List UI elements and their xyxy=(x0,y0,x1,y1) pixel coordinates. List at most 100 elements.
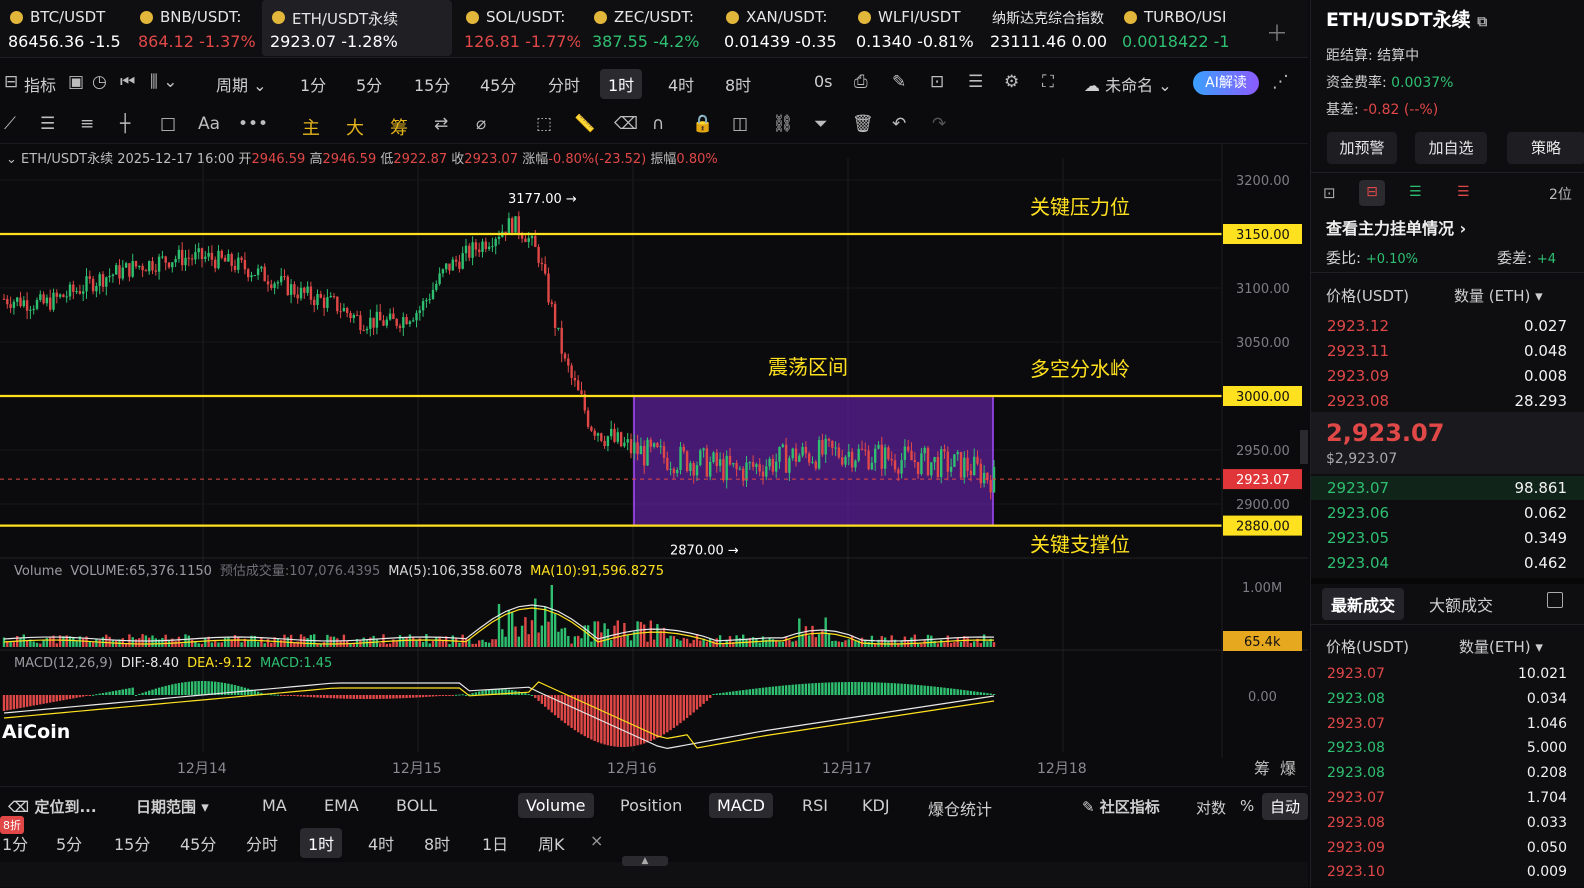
blast-toggle[interactable]: 爆 xyxy=(1280,759,1296,778)
book-row[interactable]: 2923.12 0.027 xyxy=(1327,317,1567,341)
magnet-icon[interactable]: ∩ xyxy=(652,114,664,134)
interval-2[interactable]: 15分 xyxy=(414,72,450,96)
candle-type-icon[interactable]: ⫼ ⌄ xyxy=(150,72,177,92)
interval-6[interactable]: 4时 xyxy=(668,72,694,96)
filter-checkbox[interactable] xyxy=(1547,592,1563,608)
lock-icon[interactable]: 🔒 xyxy=(692,114,713,134)
book-row[interactable]: 2923.04 0.462 xyxy=(1327,554,1567,578)
auto-toggle[interactable]: 自动 xyxy=(1262,793,1309,820)
date-range-button[interactable]: 日期范围 ▾ xyxy=(136,796,209,817)
book-row[interactable]: 2923.08 5.000 xyxy=(1327,740,1567,764)
indicator-tab-7[interactable]: KDJ xyxy=(862,796,890,815)
rect-tool-icon[interactable]: □ xyxy=(160,114,176,134)
indicator-tab-1[interactable]: EMA xyxy=(324,796,359,815)
bottom-interval-4[interactable]: 分时 xyxy=(246,831,278,855)
filter-icon[interactable]: ⏷ xyxy=(814,114,828,134)
trades-col-qty[interactable]: 数量(ETH) ▾ xyxy=(1459,636,1543,657)
book-row[interactable]: 2923.06 0.062 xyxy=(1327,504,1567,528)
book-row[interactable]: 2923.07 1.704 xyxy=(1327,790,1567,814)
community-button[interactable]: ✎ 社区指标 xyxy=(1082,796,1160,817)
bottom-interval-2[interactable]: 15分 xyxy=(114,831,150,855)
bottom-interval-1[interactable]: 5分 xyxy=(56,831,82,855)
bottom-interval-7[interactable]: 8时 xyxy=(424,831,450,855)
indicator-tab-3[interactable]: Volume xyxy=(518,793,594,818)
switch-icon[interactable]: ⇄ xyxy=(434,114,448,134)
book-row[interactable]: 2923.10 0.009 xyxy=(1327,864,1567,888)
strategy-button[interactable]: 策略 xyxy=(1507,132,1584,164)
main-tool[interactable]: 主 xyxy=(302,114,320,140)
panel-collapse-handle[interactable] xyxy=(1300,430,1308,464)
book-row[interactable]: 2923.08 0.033 xyxy=(1327,815,1567,839)
ticker-tab[interactable]: BTC/USDT 86456.36 -1.5 xyxy=(0,0,126,56)
fullscreen-icon[interactable]: ⛶ xyxy=(1042,72,1054,92)
book-row[interactable]: 2923.08 0.208 xyxy=(1327,765,1567,789)
book-row[interactable]: 2923.08 0.034 xyxy=(1327,691,1567,715)
log-toggle[interactable]: 对数 xyxy=(1196,797,1226,818)
indicator-button[interactable]: 指标 xyxy=(24,72,56,96)
main-orders-link[interactable]: 查看主力挂单情况 › xyxy=(1326,215,1466,239)
alert-button[interactable]: 加预警 xyxy=(1327,132,1397,164)
book-row[interactable]: 2923.09 0.008 xyxy=(1327,367,1567,391)
comment-icon[interactable]: ⊡ xyxy=(930,72,944,92)
ai-explain-button[interactable]: AI解读 xyxy=(1193,71,1259,95)
indicator-tab-0[interactable]: MA xyxy=(262,796,287,815)
hide-icon[interactable]: ◫ xyxy=(732,114,748,134)
book-row[interactable]: 2923.07 1.046 xyxy=(1327,716,1567,740)
popout-icon[interactable]: ⧉ xyxy=(1477,14,1487,30)
text-tool-icon[interactable]: Aa xyxy=(198,114,220,134)
orderbook-bids-icon[interactable]: ☰ xyxy=(1409,184,1422,200)
redo-icon[interactable]: ↷ xyxy=(932,114,946,134)
interval-1[interactable]: 5分 xyxy=(356,72,382,96)
indicator-tab-4[interactable]: Position xyxy=(620,796,682,815)
undo-icon[interactable]: ↶ xyxy=(892,114,906,134)
indicator-tab-5[interactable]: MACD xyxy=(709,793,773,818)
book-row[interactable]: 2923.07 98.861 xyxy=(1327,479,1567,503)
book-row[interactable]: 2923.09 0.050 xyxy=(1327,840,1567,864)
bottom-interval-9[interactable]: 周K xyxy=(538,831,565,855)
orderbook-both-icon[interactable]: ⊟ xyxy=(1359,180,1385,206)
eraser-icon[interactable]: ⌫ xyxy=(614,114,638,134)
ticker-tab[interactable]: ZEC/USDT: 387.55 -4.2% xyxy=(584,0,712,56)
ticker-tab[interactable]: 纳斯达克综合指数 23111.46 0.00 xyxy=(982,0,1112,56)
parallel-tool-icon[interactable]: ☰ xyxy=(40,114,55,134)
line-tool-icon[interactable]: ⟋ xyxy=(4,114,16,134)
interval-3[interactable]: 45分 xyxy=(480,72,516,96)
select-icon[interactable]: ⬚ xyxy=(536,114,552,134)
ticker-tab[interactable]: ETH/USDT永续 2923.07 -1.28% xyxy=(262,0,452,56)
indicator-tab-8[interactable]: 爆仓统计 xyxy=(928,796,992,820)
link-icon[interactable]: ⛓ xyxy=(772,114,794,134)
ticker-tab[interactable]: BNB/USDT: 864.12 -1.37% xyxy=(130,0,256,56)
more-tool-icon[interactable]: ••• xyxy=(238,114,268,134)
clear-draw-icon[interactable]: ⌀ xyxy=(476,114,486,134)
ticker-tab[interactable]: WLFI/USDT 0.1340 -0.81% xyxy=(848,0,978,56)
indicator-tab-6[interactable]: RSI xyxy=(802,796,828,815)
big-tool[interactable]: 大 xyxy=(346,114,364,140)
ruler-icon[interactable]: 📏 xyxy=(574,114,595,134)
ticker-tab[interactable]: SOL/USDT: 126.81 -1.77% xyxy=(456,0,580,56)
interval-5[interactable]: 1时 xyxy=(600,69,643,99)
bottom-interval-5[interactable]: 1时 xyxy=(300,828,343,858)
trash-icon[interactable]: 🗑 xyxy=(852,114,874,134)
share-icon[interactable]: ⋰ xyxy=(1272,72,1289,92)
pen-icon[interactable]: ✎ xyxy=(892,72,906,92)
locate-button[interactable]: ⌫ 定位到... xyxy=(8,796,97,817)
settings-icon[interactable]: ⚙ xyxy=(1004,72,1019,92)
bottom-interval-3[interactable]: 45分 xyxy=(180,831,216,855)
close-icon[interactable]: × xyxy=(590,831,603,850)
expand-panel-icon[interactable]: ▲ xyxy=(622,856,668,866)
list-icon[interactable]: ☰ xyxy=(968,72,983,92)
bottom-interval-8[interactable]: 1日 xyxy=(482,831,508,855)
cross-tool-icon[interactable]: ┼ xyxy=(120,114,130,134)
price-chart[interactable]: 3200.00 3150.00 3100.00 3050.00 3000.00 2950.… xyxy=(0,144,1308,786)
layout-icon[interactable]: ▣ xyxy=(68,72,84,92)
col-qty[interactable]: 数量 (ETH) ▾ xyxy=(1454,285,1543,306)
orderbook-mode-icon[interactable]: ⊡ xyxy=(1323,184,1336,202)
camera-icon[interactable]: ⎙ xyxy=(854,72,868,92)
seconds-button[interactable]: 0s xyxy=(814,72,833,91)
interval-4[interactable]: 分时 xyxy=(548,72,580,96)
book-row[interactable]: 2923.07 10.021 xyxy=(1327,666,1567,690)
watchlist-button[interactable]: 加自选 xyxy=(1415,132,1487,164)
period-dropdown[interactable]: 周期 ⌄ xyxy=(216,72,267,96)
template-dropdown[interactable]: ☁ 未命名 ⌄ xyxy=(1084,72,1172,96)
tab-latest-trades[interactable]: 最新成交 xyxy=(1322,588,1405,620)
